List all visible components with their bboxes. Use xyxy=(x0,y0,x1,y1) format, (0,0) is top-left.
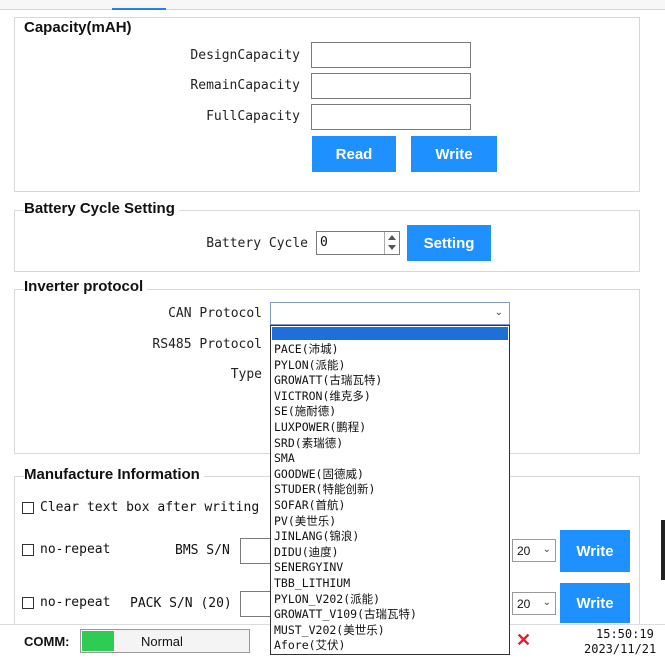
bms-length-value: 20 xyxy=(517,544,531,558)
dropdown-option[interactable]: DIDU(迪度) xyxy=(274,545,339,561)
rs485-protocol-label: RS485 Protocol xyxy=(152,337,262,352)
remain-capacity-input[interactable] xyxy=(311,73,471,99)
dropdown-option[interactable]: PACE(沛城) xyxy=(274,342,339,358)
full-capacity-input[interactable] xyxy=(311,104,471,130)
inverter-title: Inverter protocol xyxy=(24,278,148,295)
dropdown-option[interactable]: GROWATT(古瑞瓦特) xyxy=(274,373,382,389)
setting-button[interactable]: Setting xyxy=(407,225,491,261)
dropdown-option[interactable]: PYLON_V202(派能) xyxy=(274,592,380,608)
dropdown-option[interactable]: PV(美世乐) xyxy=(274,514,336,530)
comm-label: COMM: xyxy=(24,634,70,649)
dropdown-option[interactable]: MUST_V202(美世乐) xyxy=(274,623,385,639)
pack-length-select[interactable]: 20 ⌄ xyxy=(512,592,556,615)
dropdown-option[interactable]: SMA xyxy=(274,451,295,467)
spinner-buttons[interactable] xyxy=(384,232,399,254)
dropdown-option[interactable]: PYLON(派能) xyxy=(274,358,345,374)
type-label: Type xyxy=(230,367,262,382)
status-time: 15:50:19 xyxy=(596,627,654,641)
capacity-title: Capacity(mAH) xyxy=(24,19,132,36)
bms-length-select[interactable]: 20 ⌄ xyxy=(512,539,556,562)
chevron-down-icon[interactable]: ⌄ xyxy=(543,544,551,555)
spinner-down-icon[interactable] xyxy=(388,245,396,250)
disconnect-button[interactable]: ✕ xyxy=(510,628,540,654)
chevron-down-icon[interactable]: ⌄ xyxy=(495,307,503,318)
top-tab-strip xyxy=(0,0,665,10)
clear-textbox-checkbox[interactable] xyxy=(22,502,34,514)
comm-state: Normal xyxy=(141,634,183,649)
battery-cycle-value: 0 xyxy=(320,235,328,250)
no-repeat-bms-checkbox[interactable] xyxy=(22,544,34,556)
dropdown-option[interactable]: SRD(素瑞德) xyxy=(274,436,343,452)
scissors-icon[interactable]: ✕ xyxy=(516,630,531,651)
dropdown-option[interactable]: SENERGYINV xyxy=(274,560,343,576)
can-protocol-dropdown-list: PACE(沛城) PYLON(派能) GROWATT(古瑞瓦特) VICTRON(维克… xyxy=(270,325,510,655)
battery-cycle-title: Battery Cycle Setting xyxy=(24,200,179,217)
write-pack-button[interactable]: Write xyxy=(560,583,630,623)
comm-status-box: Normal xyxy=(80,629,250,653)
spinner-up-icon[interactable] xyxy=(388,235,396,240)
can-protocol-label: CAN Protocol xyxy=(168,306,262,321)
bms-sn-input[interactable] xyxy=(240,538,272,564)
pack-sn-input[interactable] xyxy=(240,591,272,617)
bms-sn-label: BMS S/N xyxy=(175,543,230,558)
dropdown-option[interactable]: SOFAR(首航) xyxy=(274,498,345,514)
can-protocol-select[interactable]: ⌄ xyxy=(270,302,510,325)
dropdown-option[interactable]: LUXPOWER(鹏程) xyxy=(274,420,366,436)
design-capacity-label: DesignCapacity xyxy=(190,48,300,63)
write-capacity-button[interactable]: Write xyxy=(411,136,497,172)
battery-cycle-label: Battery Cycle xyxy=(206,236,308,251)
dropdown-option[interactable]: GOODWE(固德威) xyxy=(274,467,364,483)
chevron-down-icon[interactable]: ⌄ xyxy=(543,597,551,608)
write-bms-button[interactable]: Write xyxy=(560,530,630,572)
read-button[interactable]: Read xyxy=(312,136,396,172)
dropdown-selected-highlight[interactable] xyxy=(272,327,508,340)
dropdown-option[interactable]: TBB_LITHIUM xyxy=(274,576,350,592)
manufacture-title: Manufacture Information xyxy=(24,466,204,483)
remain-capacity-label: RemainCapacity xyxy=(190,78,300,93)
dropdown-option[interactable]: GROWATT_V109(古瑞瓦特) xyxy=(274,607,417,623)
design-capacity-input[interactable] xyxy=(311,42,471,68)
no-repeat-pack-checkbox[interactable] xyxy=(22,597,34,609)
battery-cycle-spinner[interactable]: 0 xyxy=(316,231,400,255)
dropdown-option[interactable]: STUDER(特能创新) xyxy=(274,482,375,498)
scrollbar-thumb[interactable] xyxy=(661,520,665,580)
pack-length-value: 20 xyxy=(517,597,531,611)
active-tab-indicator[interactable] xyxy=(112,0,166,10)
dropdown-option[interactable]: Afore(艾伏) xyxy=(274,638,345,654)
dropdown-option[interactable]: SE(施耐德) xyxy=(274,404,336,420)
clear-textbox-label: Clear text box after writing xyxy=(40,500,260,515)
pack-sn-label: PACK S/N (20) xyxy=(130,596,232,611)
dropdown-option[interactable]: VICTRON(维克多) xyxy=(274,389,371,405)
no-repeat-bms-label: no-repeat xyxy=(40,542,111,557)
dropdown-option[interactable]: JINLANG(锦浪) xyxy=(274,529,359,545)
no-repeat-pack-label: no-repeat xyxy=(40,595,111,610)
full-capacity-label: FullCapacity xyxy=(206,109,300,124)
comm-indicator xyxy=(82,631,114,651)
status-date: 2023/11/21 xyxy=(584,642,657,656)
